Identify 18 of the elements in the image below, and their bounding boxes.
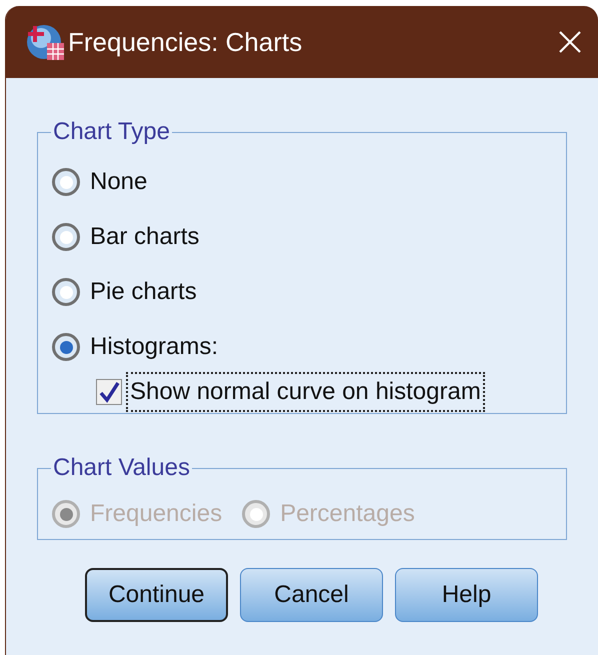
radio-label[interactable]: Bar charts: [90, 219, 200, 255]
dialog-button[interactable]: Continue: [85, 568, 228, 622]
app-icon: [26, 22, 66, 62]
radio-label[interactable]: None: [90, 164, 148, 200]
close-icon[interactable]: [558, 30, 582, 54]
group-label: Chart Type: [52, 117, 171, 147]
group-label: Chart Values: [52, 453, 191, 483]
dialog-button[interactable]: Cancel: [240, 568, 383, 622]
radio-label[interactable]: Pie charts: [90, 274, 197, 310]
radio-label[interactable]: Histograms:: [90, 329, 218, 365]
radio-button[interactable]: [52, 168, 80, 196]
dialog-button[interactable]: Help: [395, 568, 538, 622]
checkbox[interactable]: [96, 379, 122, 405]
radio-button[interactable]: [52, 278, 80, 306]
checkbox-label[interactable]: Show normal curve on histogram: [128, 374, 483, 410]
window-title: Frequencies: Charts: [68, 26, 302, 58]
radio-button[interactable]: [52, 333, 80, 361]
radio-button[interactable]: [52, 223, 80, 251]
